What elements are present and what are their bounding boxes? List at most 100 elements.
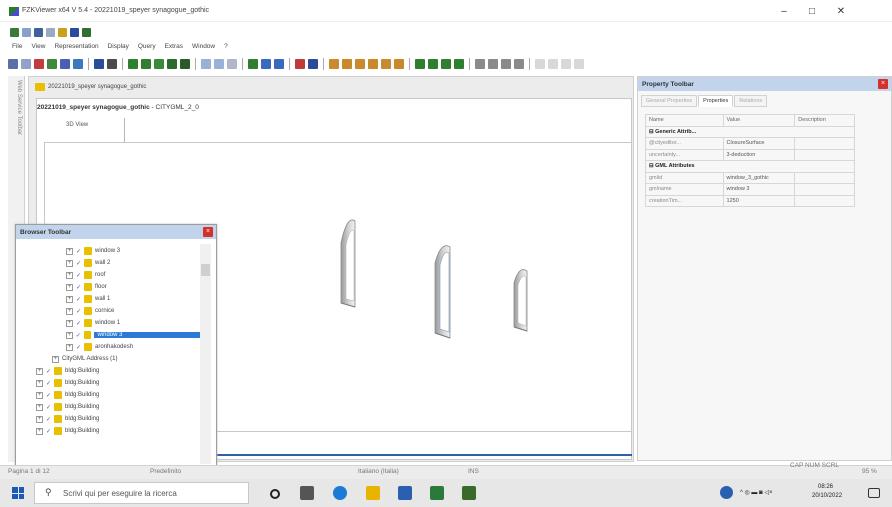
store-icon[interactable] (430, 486, 444, 500)
tree-item-building[interactable]: + ✓ bldg:Building (22, 425, 200, 437)
browser-scrollbar-thumb[interactable] (201, 264, 210, 276)
attr-f-icon[interactable] (394, 59, 404, 69)
marker-icon[interactable] (295, 59, 305, 69)
misc-d-icon[interactable] (514, 59, 524, 69)
tree-item[interactable]: + ✓ wall 2 (22, 257, 200, 269)
misc-c-icon[interactable] (501, 59, 511, 69)
pan-icon[interactable] (47, 59, 57, 69)
browser-toolbar-close-button[interactable]: × (203, 227, 213, 237)
start-button-icon[interactable] (12, 487, 24, 499)
minimize-button[interactable]: – (777, 6, 791, 18)
menu-query[interactable]: Query (138, 43, 156, 53)
window-model-2[interactable] (434, 245, 451, 339)
browser-scrollbar[interactable] (200, 244, 211, 464)
table-row[interactable]: gmlname window 3 (645, 183, 855, 196)
maximize-button[interactable]: □ (805, 6, 819, 18)
clock-date[interactable]: 20/10/2022 (812, 493, 842, 499)
tree-item-building[interactable]: + ✓ bldg:Building (22, 389, 200, 401)
tree-item[interactable]: + ✓ aronhakodesh (22, 341, 200, 353)
tree-item-building[interactable]: + ✓ bldg:Building (22, 401, 200, 413)
cube-outline-icon[interactable] (128, 59, 138, 69)
plane-icon[interactable] (227, 59, 237, 69)
menu-representation[interactable]: Representation (54, 43, 98, 53)
menu-extras[interactable]: Extras (165, 43, 183, 53)
select-icon[interactable] (70, 27, 79, 37)
edge-icon[interactable] (333, 486, 347, 500)
tab-3d-view[interactable]: 3D View (66, 122, 88, 128)
tree-item[interactable]: + ✓ window 1 (22, 317, 200, 329)
task-view-icon[interactable] (300, 486, 314, 500)
table-row[interactable]: @cityeditor... ClosureSurface (645, 137, 855, 150)
tree-item[interactable]: + ✓ floor (22, 281, 200, 293)
menu-window[interactable]: Window (192, 43, 215, 53)
tree-b-icon[interactable] (428, 59, 438, 69)
attr-e-icon[interactable] (381, 59, 391, 69)
property-toolbar-close-button[interactable]: × (878, 79, 888, 89)
cube-shaded-icon[interactable] (167, 59, 177, 69)
rotate-icon[interactable] (34, 59, 44, 69)
tree-item[interactable]: + ✓ cornice (22, 305, 200, 317)
notification-icon[interactable] (868, 488, 880, 498)
compass-icon[interactable] (308, 59, 318, 69)
fzkviewer-taskbar-icon[interactable] (462, 486, 476, 500)
axis-icon[interactable] (201, 59, 211, 69)
document-tab[interactable]: 20221019_speyer synagogue_gothic (29, 80, 633, 94)
extra-b-icon[interactable] (548, 59, 558, 69)
close-button[interactable]: ✕ (834, 6, 848, 18)
tab-properties[interactable]: Properties (698, 95, 734, 107)
split-icon[interactable] (274, 59, 284, 69)
paste-icon[interactable] (46, 27, 55, 37)
clock-time[interactable]: 08:26 (818, 484, 833, 490)
group-row[interactable]: ⊟ Generic Attrib... (645, 125, 855, 138)
tray-icons[interactable]: ^ ◎ ▬ ◙ ◁× (740, 489, 772, 496)
table-row[interactable]: creationTim... 1250 (645, 194, 855, 207)
extra-d-icon[interactable] (574, 59, 584, 69)
attr-a-icon[interactable] (329, 59, 339, 69)
tree-item-building[interactable]: + ✓ bldg:Building (22, 413, 200, 425)
info-icon[interactable] (107, 59, 117, 69)
pointer-icon[interactable] (21, 59, 31, 69)
file-explorer-icon[interactable] (366, 486, 380, 500)
misc-b-icon[interactable] (488, 59, 498, 69)
tree-a-icon[interactable] (415, 59, 425, 69)
open-file-icon[interactable] (8, 59, 18, 69)
misc-a-icon[interactable] (475, 59, 485, 69)
taskbar-search-placeholder[interactable]: Scrivi qui per eseguire la ricerca (63, 489, 177, 498)
attr-d-icon[interactable] (368, 59, 378, 69)
extra-a-icon[interactable] (535, 59, 545, 69)
tree-item-building[interactable]: + ✓ bldg:Building (22, 377, 200, 389)
help-icon[interactable] (58, 27, 67, 37)
tree-item[interactable]: + ✓ wall 1 (22, 293, 200, 305)
menu-help[interactable]: ? (224, 43, 228, 53)
attr-c-icon[interactable] (355, 59, 365, 69)
window-model-3[interactable] (513, 269, 528, 332)
tree-item-selected[interactable]: + ✓ window 3 (22, 329, 200, 341)
tree-c-icon[interactable] (441, 59, 451, 69)
measure-icon[interactable] (261, 59, 271, 69)
tab-relations[interactable]: Relations (734, 95, 768, 107)
table-row[interactable]: uncertainty... 3-deduction (645, 148, 855, 161)
window-model-1[interactable] (340, 219, 356, 308)
tree-item[interactable]: + ✓ roof (22, 269, 200, 281)
property-toolbar-title[interactable]: Property Toolbar (638, 77, 891, 91)
web-service-toolbar-label[interactable]: Web Service Toolbar (10, 80, 22, 135)
tree-item-address[interactable]: + CityGML Address (1) (22, 353, 200, 365)
column-header-name[interactable]: Name (645, 114, 724, 127)
tree-item-building[interactable]: + ✓ bldg:Building (22, 365, 200, 377)
tree-d-icon[interactable] (454, 59, 464, 69)
open-icon[interactable] (10, 27, 19, 37)
menu-view[interactable]: View (31, 43, 45, 53)
save-icon[interactable] (22, 27, 31, 37)
menu-file[interactable]: File (12, 43, 22, 53)
tab-general-properties[interactable]: General Properties (641, 95, 698, 107)
cube-textured-icon[interactable] (180, 59, 190, 69)
layers-icon[interactable] (82, 27, 91, 37)
select-object-icon[interactable] (94, 59, 104, 69)
group-row[interactable]: ⊟ GML Attributes (645, 160, 855, 173)
table-row[interactable]: gmlid window_3_gothic (645, 171, 855, 184)
tree-item[interactable]: + ✓ window 3 (22, 245, 200, 257)
zoom-icon[interactable] (60, 59, 70, 69)
attr-b-icon[interactable] (342, 59, 352, 69)
column-header-description[interactable]: Description (794, 114, 855, 127)
word-icon[interactable] (398, 486, 412, 500)
